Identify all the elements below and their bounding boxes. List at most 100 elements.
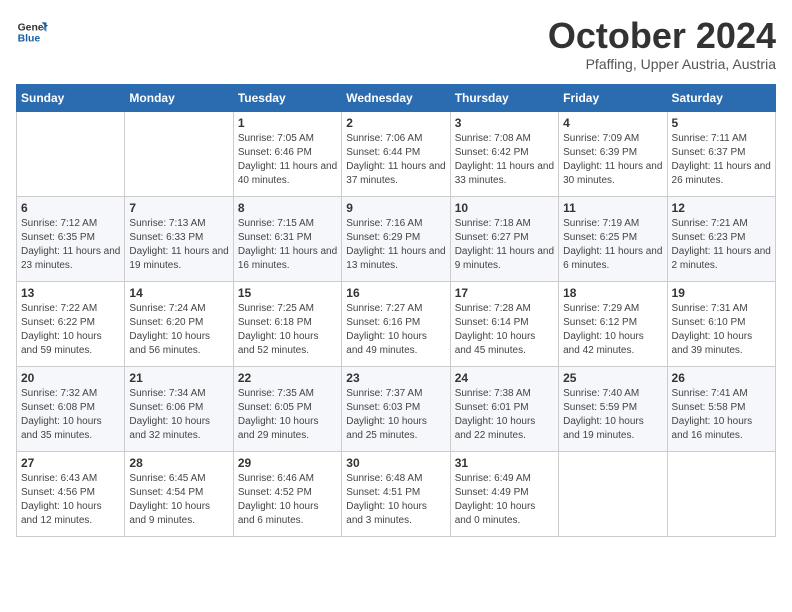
day-info: Sunrise: 7:32 AMSunset: 6:08 PMDaylight:…	[21, 387, 120, 443]
day-header-saturday: Saturday	[667, 84, 775, 111]
day-cell: 3 Sunrise: 7:08 AMSunset: 6:42 PMDaylight…	[450, 111, 558, 196]
day-header-wednesday: Wednesday	[342, 84, 450, 111]
day-cell: 14Sunrise: 7:24 AMSunset: 6:20 PMDayligh…	[125, 281, 233, 366]
day-info: Sunrise: 6:48 AMSunset: 4:51 PMDaylight:…	[346, 472, 445, 528]
day-info: Sunrise: 7:19 AMSunset: 6:25 PMDaylight:…	[563, 217, 662, 273]
day-number: 23	[346, 371, 445, 385]
day-cell: 15 Sunrise: 7:25 AMSunset: 6:18 PMDayligh…	[233, 281, 341, 366]
day-info: Sunrise: 7:37 AMSunset: 6:03 PMDaylight:…	[346, 387, 445, 443]
day-info: Sunrise: 7:38 AMSunset: 6:01 PMDaylight:…	[455, 387, 554, 443]
day-cell: 28Sunrise: 6:45 AMSunset: 4:54 PMDayligh…	[125, 451, 233, 536]
day-header-tuesday: Tuesday	[233, 84, 341, 111]
day-cell: 13 Sunrise: 7:22 AMSunset: 6:22 PMDayligh…	[17, 281, 125, 366]
day-number: 19	[672, 286, 771, 300]
month-title: October 2024	[548, 16, 776, 56]
day-cell: 5Sunrise: 7:11 AMSunset: 6:37 PMDaylight…	[667, 111, 775, 196]
day-info: Sunrise: 7:09 AMSunset: 6:39 PMDaylight:…	[563, 132, 662, 188]
day-info: Sunrise: 7:41 AMSunset: 5:58 PMDaylight:…	[672, 387, 771, 443]
day-cell: 19 Sunrise: 7:31 AMSunset: 6:10 PMDayligh…	[667, 281, 775, 366]
day-cell: 23 Sunrise: 7:37 AMSunset: 6:03 PMDayligh…	[342, 366, 450, 451]
calendar-body: 1Sunrise: 7:05 AMSunset: 6:46 PMDaylight…	[17, 111, 776, 536]
day-number: 6	[21, 201, 120, 215]
day-cell	[667, 451, 775, 536]
day-info: Sunrise: 7:34 AMSunset: 6:06 PMDaylight:…	[129, 387, 228, 443]
day-info: Sunrise: 7:40 AMSunset: 5:59 PMDaylight:…	[563, 387, 662, 443]
day-header-sunday: Sunday	[17, 84, 125, 111]
day-cell: 27 Sunrise: 6:43 AMSunset: 4:56 PMDayligh…	[17, 451, 125, 536]
calendar-header: SundayMondayTuesdayWednesdayThursdayFrid…	[17, 84, 776, 111]
svg-text:Blue: Blue	[18, 34, 41, 45]
day-cell: 6 Sunrise: 7:12 AMSunset: 6:35 PMDaylight…	[17, 196, 125, 281]
day-number: 9	[346, 201, 445, 215]
day-info: Sunrise: 6:46 AMSunset: 4:52 PMDaylight:…	[238, 472, 337, 528]
day-cell: 26 Sunrise: 7:41 AMSunset: 5:58 PMDayligh…	[667, 366, 775, 451]
day-info: Sunrise: 7:08 AMSunset: 6:42 PMDaylight:…	[455, 132, 554, 188]
logo-icon: General Blue	[16, 16, 48, 48]
day-info: Sunrise: 7:12 AMSunset: 6:35 PMDaylight:…	[21, 217, 120, 273]
day-header-thursday: Thursday	[450, 84, 558, 111]
day-cell	[125, 111, 233, 196]
day-info: Sunrise: 7:25 AMSunset: 6:18 PMDaylight:…	[238, 302, 337, 358]
day-cell: 10 Sunrise: 7:18 AMSunset: 6:27 PMDayligh…	[450, 196, 558, 281]
day-number: 13	[21, 286, 120, 300]
week-row-4: 20Sunrise: 7:32 AMSunset: 6:08 PMDayligh…	[17, 366, 776, 451]
day-info: Sunrise: 6:43 AMSunset: 4:56 PMDaylight:…	[21, 472, 120, 528]
day-cell: 12 Sunrise: 7:21 AMSunset: 6:23 PMDayligh…	[667, 196, 775, 281]
day-info: Sunrise: 7:31 AMSunset: 6:10 PMDaylight:…	[672, 302, 771, 358]
day-cell: 29 Sunrise: 6:46 AMSunset: 4:52 PMDayligh…	[233, 451, 341, 536]
day-info: Sunrise: 7:22 AMSunset: 6:22 PMDaylight:…	[21, 302, 120, 358]
day-number: 11	[563, 201, 662, 215]
day-cell: 4 Sunrise: 7:09 AMSunset: 6:39 PMDaylight…	[559, 111, 667, 196]
day-number: 2	[346, 116, 445, 130]
header-row: SundayMondayTuesdayWednesdayThursdayFrid…	[17, 84, 776, 111]
day-number: 7	[129, 201, 228, 215]
day-info: Sunrise: 7:06 AMSunset: 6:44 PMDaylight:…	[346, 132, 445, 188]
day-cell: 18Sunrise: 7:29 AMSunset: 6:12 PMDayligh…	[559, 281, 667, 366]
day-cell	[17, 111, 125, 196]
logo: General Blue	[16, 16, 48, 48]
day-info: Sunrise: 7:16 AMSunset: 6:29 PMDaylight:…	[346, 217, 445, 273]
day-header-monday: Monday	[125, 84, 233, 111]
day-cell: 24Sunrise: 7:38 AMSunset: 6:01 PMDayligh…	[450, 366, 558, 451]
week-row-5: 27 Sunrise: 6:43 AMSunset: 4:56 PMDayligh…	[17, 451, 776, 536]
day-info: Sunrise: 7:21 AMSunset: 6:23 PMDaylight:…	[672, 217, 771, 273]
page-header: General Blue October 2024 Pfaffing, Uppe…	[16, 16, 776, 72]
day-info: Sunrise: 7:35 AMSunset: 6:05 PMDaylight:…	[238, 387, 337, 443]
day-number: 21	[129, 371, 228, 385]
day-number: 26	[672, 371, 771, 385]
week-row-1: 1Sunrise: 7:05 AMSunset: 6:46 PMDaylight…	[17, 111, 776, 196]
week-row-3: 13 Sunrise: 7:22 AMSunset: 6:22 PMDayligh…	[17, 281, 776, 366]
day-cell: 25 Sunrise: 7:40 AMSunset: 5:59 PMDayligh…	[559, 366, 667, 451]
day-cell: 2 Sunrise: 7:06 AMSunset: 6:44 PMDaylight…	[342, 111, 450, 196]
day-number: 29	[238, 456, 337, 470]
day-info: Sunrise: 7:13 AMSunset: 6:33 PMDaylight:…	[129, 217, 228, 273]
day-cell: 31Sunrise: 6:49 AMSunset: 4:49 PMDayligh…	[450, 451, 558, 536]
day-cell: 21 Sunrise: 7:34 AMSunset: 6:06 PMDayligh…	[125, 366, 233, 451]
day-cell	[559, 451, 667, 536]
day-cell: 16 Sunrise: 7:27 AMSunset: 6:16 PMDayligh…	[342, 281, 450, 366]
day-number: 12	[672, 201, 771, 215]
day-number: 30	[346, 456, 445, 470]
day-cell: 20Sunrise: 7:32 AMSunset: 6:08 PMDayligh…	[17, 366, 125, 451]
day-number: 27	[21, 456, 120, 470]
day-info: Sunrise: 7:28 AMSunset: 6:14 PMDaylight:…	[455, 302, 554, 358]
day-info: Sunrise: 7:05 AMSunset: 6:46 PMDaylight:…	[238, 132, 337, 188]
day-info: Sunrise: 6:45 AMSunset: 4:54 PMDaylight:…	[129, 472, 228, 528]
day-number: 25	[563, 371, 662, 385]
day-number: 5	[672, 116, 771, 130]
day-number: 4	[563, 116, 662, 130]
day-cell: 22 Sunrise: 7:35 AMSunset: 6:05 PMDayligh…	[233, 366, 341, 451]
day-cell: 7 Sunrise: 7:13 AMSunset: 6:33 PMDaylight…	[125, 196, 233, 281]
title-block: October 2024 Pfaffing, Upper Austria, Au…	[548, 16, 776, 72]
day-number: 16	[346, 286, 445, 300]
location-subtitle: Pfaffing, Upper Austria, Austria	[548, 56, 776, 72]
day-info: Sunrise: 7:18 AMSunset: 6:27 PMDaylight:…	[455, 217, 554, 273]
day-number: 15	[238, 286, 337, 300]
day-number: 10	[455, 201, 554, 215]
day-number: 3	[455, 116, 554, 130]
day-info: Sunrise: 7:27 AMSunset: 6:16 PMDaylight:…	[346, 302, 445, 358]
day-cell: 30 Sunrise: 6:48 AMSunset: 4:51 PMDayligh…	[342, 451, 450, 536]
week-row-2: 6 Sunrise: 7:12 AMSunset: 6:35 PMDaylight…	[17, 196, 776, 281]
day-cell: 9 Sunrise: 7:16 AMSunset: 6:29 PMDaylight…	[342, 196, 450, 281]
day-number: 22	[238, 371, 337, 385]
